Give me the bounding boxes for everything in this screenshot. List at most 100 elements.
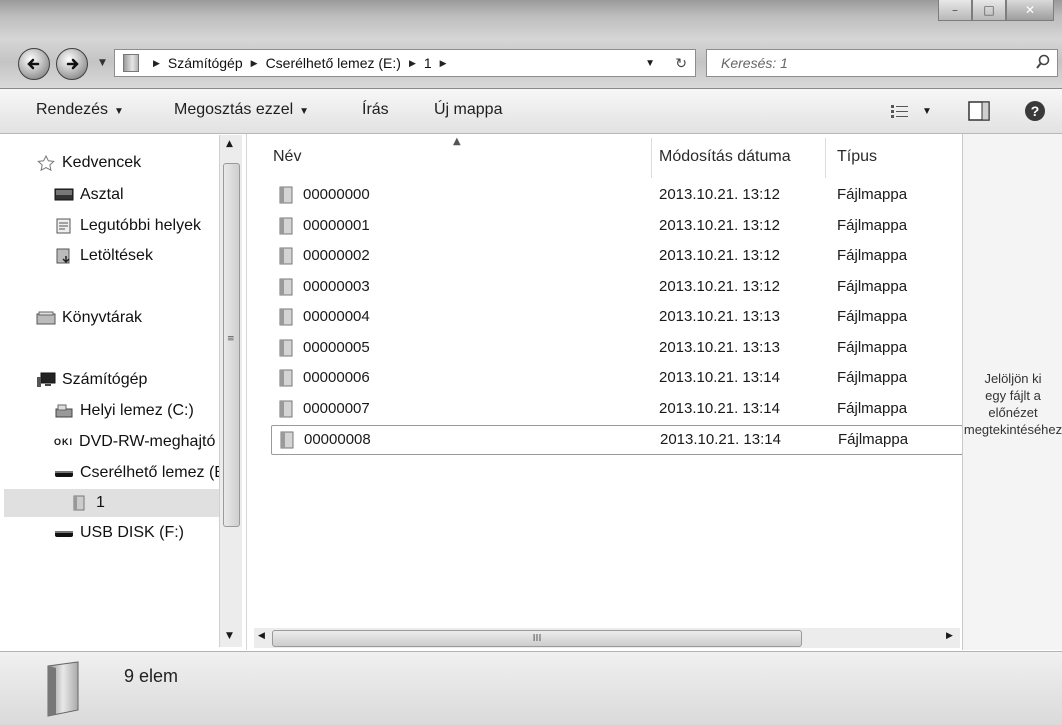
address-history-dropdown[interactable]: ▼ [645,58,655,69]
navigation-scrollbar[interactable]: ▲ ≡ ▼ [219,135,242,647]
computer-icon [37,372,56,387]
table-row[interactable]: 00000005 2013.10.21. 13:13 Fájlmappa [271,334,961,362]
minimize-button[interactable]: – [938,0,972,21]
folder-icon [279,247,293,265]
help-button[interactable]: ? [1024,97,1046,125]
nav-removable-drive[interactable]: Cserélhető lemez (E:) [54,464,219,482]
chevron-right-icon[interactable]: ▶ [440,58,447,69]
window-controls: – □ ✕ [938,0,1054,22]
organize-label: Rendezés [36,101,109,118]
file-name: 00000002 [303,247,370,264]
file-type: Fájlmappa [837,216,908,234]
scroll-left-arrow-icon[interactable]: ◀ [258,631,265,641]
table-row[interactable]: 00000004 2013.10.21. 13:13 Fájlmappa [271,303,961,331]
removable-drive-icon [55,471,73,477]
new-folder-button[interactable]: Új mappa [434,101,502,119]
scroll-up-arrow-icon[interactable]: ▲ [226,139,233,149]
table-row[interactable]: 00000000 2013.10.21. 13:12 Fájlmappa [271,181,961,209]
scrollbar-thumb[interactable]: ≡ [223,163,240,527]
nav-dvd-drive[interactable]: OKI DVD-RW-meghajtó [54,433,219,451]
nav-local-disk[interactable]: Helyi lemez (C:) [54,402,194,420]
search-icon[interactable] [1035,54,1051,70]
folder-icon [47,661,79,717]
nav-downloads[interactable]: Letöltések [54,247,153,265]
file-list-horizontal-scrollbar[interactable]: ◀ III ▶ [254,628,960,648]
preview-message: Jelöljön ki egy fájlt a előnézet megteki… [963,370,1062,438]
nav-desktop-label: Asztal [80,186,124,203]
file-list: ▲ Név Módosítás dátuma Típus 00000000 201… [246,134,963,650]
breadcrumb-removable-drive[interactable]: Cserélhető lemez (E:) [266,55,401,71]
file-type: Fájlmappa [837,308,908,325]
file-modified-date: 2013.10.21. 13:12 [659,186,780,203]
file-modified-date: 2013.10.21. 13:13 [659,338,780,356]
column-divider[interactable] [651,138,652,178]
table-row[interactable]: 00000008 2013.10.21. 13:14 Fájlmappa [271,425,963,455]
refresh-icon[interactable]: ↻ [675,55,687,72]
file-modified-date: 2013.10.21. 13:14 [659,399,780,417]
table-row[interactable]: 00000006 2013.10.21. 13:14 Fájlmappa [271,364,961,392]
chevron-right-icon[interactable]: ▶ [153,58,160,69]
preview-line: egy fájlt a [985,388,1041,403]
column-header-type[interactable]: Típus [837,148,877,166]
file-modified-date: 2013.10.21. 13:14 [660,431,781,448]
forward-arrow-icon [66,58,79,70]
nav-favorites[interactable]: Kedvencek [36,154,141,172]
scrollbar-thumb[interactable]: III [272,630,802,647]
back-button[interactable] [18,48,50,80]
recent-pages-dropdown[interactable]: ▼ [99,58,106,68]
file-name: 00000006 [303,369,370,386]
scroll-right-arrow-icon[interactable]: ▶ [946,631,953,641]
nav-usb-disk[interactable]: USB DISK (F:) [54,524,184,542]
address-bar[interactable]: ▶ Számítógép ▶ Cserélhető lemez (E:) ▶ 1… [114,49,696,77]
close-button[interactable]: ✕ [1006,0,1054,21]
maximize-button[interactable]: □ [972,0,1006,21]
caret-down-icon: ▼ [114,106,124,117]
nav-usb-disk-label: USB DISK (F:) [80,524,185,541]
table-row[interactable]: 00000001 2013.10.21. 13:12 Fájlmappa [271,212,961,240]
preview-pane-icon [968,101,990,121]
share-menu[interactable]: Megosztás ezzel ▼ [174,101,309,119]
status-bar: 9 elem [0,651,1062,725]
folder-icon [279,339,293,356]
folder-icon [279,186,293,204]
preview-pane-button[interactable] [968,97,990,125]
search-placeholder: Keresés: 1 [721,55,788,71]
nav-folder-1[interactable]: 1 [4,489,219,517]
nav-recent-places-label: Legutóbbi helyek [80,217,201,234]
chevron-right-icon[interactable]: ▶ [409,58,416,69]
column-header-modified[interactable]: Módosítás dátuma [659,148,791,166]
file-modified-date: 2013.10.21. 13:13 [659,308,780,325]
chevron-right-icon[interactable]: ▶ [251,58,258,69]
preview-line: előnézet megtekintéséhez [963,405,1062,437]
nav-recent-places[interactable]: Legutóbbi helyek [54,217,219,235]
svg-text:?: ? [1031,103,1040,119]
view-options-button[interactable]: ▼ [890,97,932,125]
star-icon [37,155,55,171]
file-type: Fájlmappa [837,338,908,356]
search-input[interactable]: Keresés: 1 [706,49,1058,77]
title-bar: – □ ✕ ▼ ▶ Számítógép ▶ Cserélhető lemez … [0,0,1062,89]
file-modified-date: 2013.10.21. 13:14 [659,369,780,386]
column-header-name[interactable]: Név [273,148,301,166]
nav-removable-drive-label: Cserélhető lemez (E:) [80,464,219,481]
organize-menu[interactable]: Rendezés ▼ [36,101,124,119]
file-modified-date: 2013.10.21. 13:12 [659,277,780,295]
recent-places-icon [56,218,71,234]
table-row[interactable]: 00000007 2013.10.21. 13:14 Fájlmappa [271,395,961,423]
column-divider[interactable] [825,138,826,178]
nav-libraries[interactable]: Könyvtárak [36,309,142,327]
forward-button[interactable] [56,48,88,80]
scroll-down-arrow-icon[interactable]: ▼ [226,631,233,641]
burn-button[interactable]: Írás [362,101,389,119]
nav-libraries-label: Könyvtárak [62,309,143,326]
nav-folder-1-label: 1 [96,494,105,511]
nav-computer-label: Számítógép [62,371,148,388]
nav-computer[interactable]: Számítógép [36,371,147,389]
usb-drive-icon [55,531,73,537]
table-row[interactable]: 00000002 2013.10.21. 13:12 Fájlmappa [271,242,961,270]
folder-icon [279,217,293,234]
table-row[interactable]: 00000003 2013.10.21. 13:12 Fájlmappa [271,273,961,301]
nav-desktop[interactable]: Asztal [54,186,124,204]
breadcrumb-computer[interactable]: Számítógép [168,55,243,71]
breadcrumb-folder-1[interactable]: 1 [424,55,432,71]
